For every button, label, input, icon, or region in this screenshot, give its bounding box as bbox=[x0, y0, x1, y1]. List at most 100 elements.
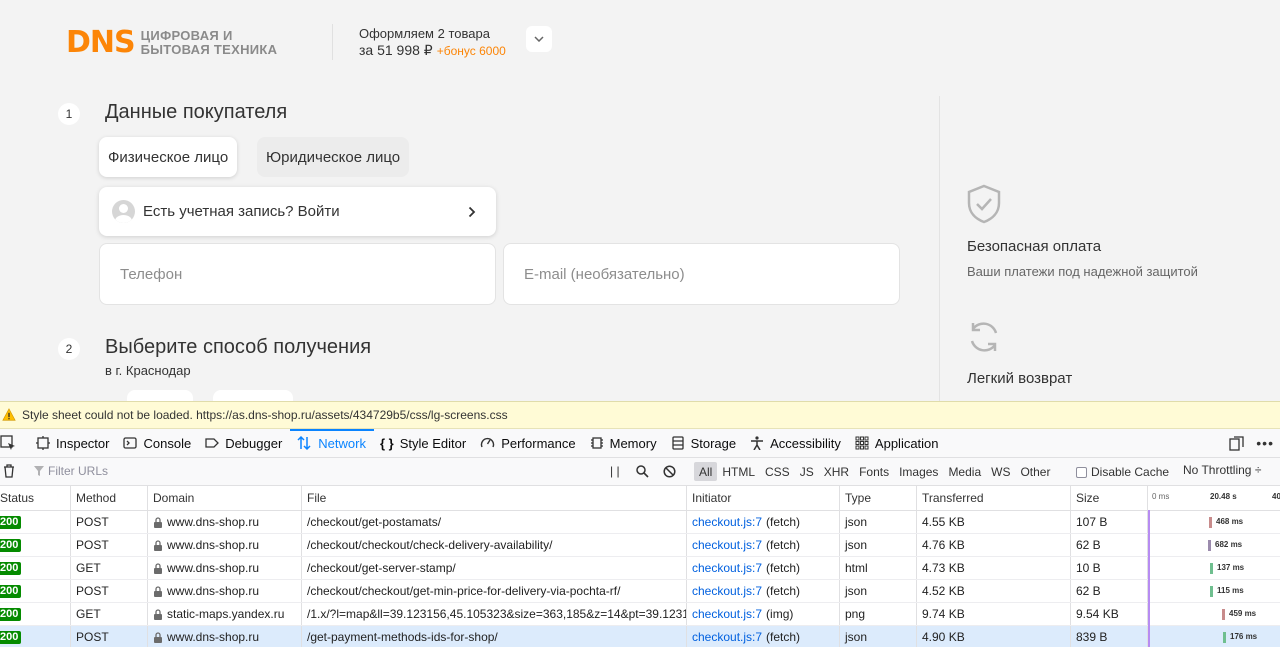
logo-tagline: ЦИФРОВАЯ И БЫТОВАЯ ТЕХНИКА bbox=[141, 29, 278, 57]
storage-icon bbox=[671, 436, 684, 450]
tab-memory[interactable]: Memory bbox=[584, 429, 665, 457]
cell-waterfall: 682 ms bbox=[1147, 534, 1280, 556]
filter-fonts[interactable]: Fonts bbox=[854, 462, 894, 481]
tab-label: Console bbox=[143, 435, 192, 451]
network-arrows-icon bbox=[297, 435, 311, 451]
cell-file: /checkout/get-server-stamp/ bbox=[301, 557, 686, 579]
step-number-2: 2 bbox=[58, 338, 80, 360]
devtools-panel: Style sheet could not be loaded. https:/… bbox=[0, 401, 1280, 647]
filter-html[interactable]: HTML bbox=[717, 462, 760, 481]
initiator-link[interactable]: checkout.js:7 bbox=[692, 561, 762, 575]
initiator-link[interactable]: checkout.js:7 bbox=[692, 538, 762, 552]
tab-individual[interactable]: Физическое лицо bbox=[99, 137, 238, 177]
cell-type: html bbox=[839, 557, 916, 579]
braces-icon: { } bbox=[379, 435, 394, 451]
cell-transferred: 9.74 KB bbox=[916, 603, 1070, 625]
cell-transferred: 4.55 KB bbox=[916, 511, 1070, 533]
table-row[interactable]: 200 POST www.dns-shop.ru/checkout/checkout… bbox=[0, 580, 1280, 603]
cell-status: 200 bbox=[0, 603, 70, 625]
disable-cache-toggle[interactable]: Disable Cache bbox=[1076, 465, 1169, 479]
more-options-icon[interactable]: ••• bbox=[1256, 435, 1274, 451]
table-row[interactable]: 200 POST www.dns-shop.ru/checkout/get-post… bbox=[0, 511, 1280, 534]
right-column-divider bbox=[939, 96, 940, 401]
feature-desc-secure: Ваши платежи под надежной защитой bbox=[967, 264, 1198, 279]
tab-legal-entity[interactable]: Юридическое лицо bbox=[257, 137, 410, 177]
tab-storage[interactable]: Storage bbox=[665, 429, 745, 457]
tab-application[interactable]: Application bbox=[849, 429, 947, 457]
table-row[interactable]: 200 GET static-maps.yandex.ru/1.x/?l=map&l… bbox=[0, 603, 1280, 626]
throttling-select[interactable]: No Throttling ÷ bbox=[1183, 463, 1261, 477]
delivery-option-button[interactable] bbox=[213, 390, 293, 401]
tab-console[interactable]: Console bbox=[117, 429, 199, 457]
initiator-link[interactable]: checkout.js:7 bbox=[692, 515, 762, 529]
filter-xhr[interactable]: XHR bbox=[819, 462, 854, 481]
waterfall-time: 137 ms bbox=[1217, 563, 1245, 572]
cell-size: 839 B bbox=[1070, 626, 1147, 647]
cell-initiator: checkout.js:7 (fetch) bbox=[686, 626, 839, 647]
cell-type: json bbox=[839, 626, 916, 647]
pick-element-button[interactable] bbox=[0, 429, 30, 457]
tab-network[interactable]: Network bbox=[290, 429, 374, 457]
table-row[interactable]: 200 POST www.dns-shop.ru/checkout/checkout… bbox=[0, 534, 1280, 557]
user-avatar-icon bbox=[112, 200, 135, 223]
filter-media[interactable]: Media bbox=[943, 462, 986, 481]
status-code-badge: 200 bbox=[0, 561, 22, 575]
column-initiator[interactable]: Initiator bbox=[686, 486, 839, 510]
search-icon[interactable] bbox=[636, 465, 649, 478]
dns-logo[interactable]: DNS ЦИФРОВАЯ И БЫТОВАЯ ТЕХНИКА bbox=[66, 28, 277, 58]
type-filter-buttons: All HTML CSS JS XHR Fonts Images Media W… bbox=[694, 462, 1055, 481]
lock-icon bbox=[154, 608, 162, 620]
filter-other[interactable]: Other bbox=[1015, 462, 1055, 481]
column-file[interactable]: File bbox=[301, 486, 686, 510]
filter-css[interactable]: CSS bbox=[760, 462, 795, 481]
tab-style-editor[interactable]: { } Style Editor bbox=[374, 429, 474, 457]
table-row[interactable]: 200 GET www.dns-shop.ru/checkout/get-serve… bbox=[0, 557, 1280, 580]
waterfall-tick: 40 bbox=[1272, 492, 1280, 501]
column-status[interactable]: Status bbox=[0, 486, 70, 510]
pause-icon[interactable]: | | bbox=[610, 464, 620, 478]
trash-icon[interactable] bbox=[3, 464, 15, 478]
initiator-link[interactable]: checkout.js:7 bbox=[692, 584, 762, 598]
email-field[interactable] bbox=[503, 243, 900, 305]
domain-text: www.dns-shop.ru bbox=[167, 538, 260, 552]
initiator-type: (fetch) bbox=[766, 515, 801, 529]
tab-accessibility[interactable]: Accessibility bbox=[744, 429, 849, 457]
dock-side-icon[interactable] bbox=[1229, 435, 1244, 451]
tab-debugger[interactable]: Debugger bbox=[199, 429, 290, 457]
block-icon[interactable] bbox=[663, 465, 676, 478]
tab-label: Style Editor bbox=[399, 435, 467, 451]
network-toolbar: Filter URLs | | All HTML CSS JS XHR Font… bbox=[0, 458, 1280, 486]
column-method[interactable]: Method bbox=[70, 486, 147, 510]
tab-inspector[interactable]: Inspector bbox=[30, 429, 117, 457]
initiator-link[interactable]: checkout.js:7 bbox=[692, 630, 762, 644]
table-row[interactable]: 200 POST www.dns-shop.ru/get-payment-metho… bbox=[0, 626, 1280, 647]
filter-ws[interactable]: WS bbox=[986, 462, 1015, 481]
cell-file: /1.x/?l=map&ll=39.123156,45.105323&size=… bbox=[301, 603, 686, 625]
order-expand-button[interactable] bbox=[526, 26, 552, 52]
cell-initiator: checkout.js:7 (fetch) bbox=[686, 580, 839, 602]
waterfall-bar bbox=[1208, 540, 1211, 551]
filter-all[interactable]: All bbox=[694, 462, 718, 481]
cell-method: GET bbox=[70, 557, 147, 579]
tab-performance[interactable]: Performance bbox=[474, 429, 583, 457]
phone-input[interactable] bbox=[120, 265, 495, 283]
filter-images[interactable]: Images bbox=[894, 462, 943, 481]
column-type[interactable]: Type bbox=[839, 486, 916, 510]
cell-waterfall: 176 ms bbox=[1147, 626, 1280, 647]
cell-status: 200 bbox=[0, 626, 70, 647]
tab-label: Debugger bbox=[225, 435, 283, 451]
phone-field[interactable] bbox=[99, 243, 496, 305]
status-code-badge: 200 bbox=[0, 584, 22, 598]
filter-js[interactable]: JS bbox=[795, 462, 819, 481]
column-waterfall[interactable]: 0 ms 20.48 s 40 bbox=[1147, 486, 1280, 510]
email-input[interactable] bbox=[524, 265, 899, 283]
column-transferred[interactable]: Transferred bbox=[916, 486, 1070, 510]
filter-urls-field[interactable]: Filter URLs bbox=[34, 464, 108, 478]
initiator-type: (fetch) bbox=[766, 538, 801, 552]
initiator-link[interactable]: checkout.js:7 bbox=[692, 607, 762, 621]
disable-cache-checkbox[interactable] bbox=[1076, 466, 1087, 478]
column-size[interactable]: Size bbox=[1070, 486, 1147, 510]
delivery-option-button[interactable] bbox=[127, 390, 193, 401]
login-prompt-card[interactable]: Есть учетная запись? Войти bbox=[99, 187, 496, 236]
column-domain[interactable]: Domain bbox=[147, 486, 301, 510]
